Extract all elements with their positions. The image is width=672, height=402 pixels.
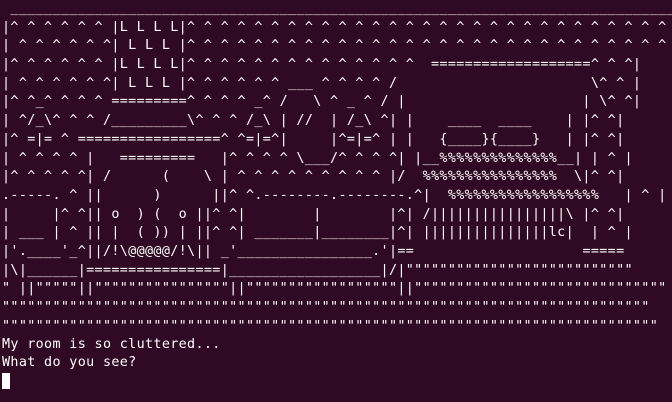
art-line: | ___ | ^ || | ( )) | ||^ ^| _______|___…	[2, 225, 633, 241]
art-line: |^ ^ ^ ^ ^ ^ |L L L L|^ ^ ^ ^ ^ ^ ^ ^ ^ …	[2, 57, 642, 73]
art-line: ________________________________________…	[2, 1, 672, 16]
art-line: """"""""""""""""""""""""""""""""""""""""…	[2, 300, 650, 315]
terminal-output: My room is so cluttered... What do you se…	[2, 336, 672, 372]
art-line: .-----. ^ || ) ||^ ^.--------.--------.^…	[2, 187, 667, 203]
art-line: " ||"""""||""""""""""""""""||"""""""""""…	[2, 281, 667, 297]
art-line: |^ ^_^ ^ ^ ^ =========^ ^ ^ ^ _^ / \ ^ _…	[2, 94, 642, 110]
art-line: | ^ ^ ^ ^ ^ ^| L L L |^ ^ ^ ^ ^ ^ ^ ^ ^ …	[2, 38, 672, 54]
input-line[interactable]	[2, 372, 672, 390]
terminal-window[interactable]: ________________________________________…	[0, 0, 672, 402]
art-line: |'.____'_^||/!\@@@@@/!\|| _'____________…	[2, 243, 625, 259]
art-line: | |^ ^|| o ) ( o ||^ ^| | |^| /|||||||||…	[2, 206, 625, 222]
art-line: |^ ^ ^ ^ ^ ^ |L L L L|^ ^ ^ ^ ^ ^ ^ ^ ^ …	[2, 19, 672, 35]
art-line: """"""""""""""""""""""""""""""""""""""""…	[2, 318, 659, 334]
art-line: |^ ^ ^ ^ ^| / ( \ | ^ ^ ^ ^ ^ ^ ^ ^ ^ |/…	[2, 169, 625, 185]
art-line: | ^ ^ ^ ^ ^ ^| L L L |^ ^ ^ ^ ^ ^ ___ ^ …	[2, 75, 642, 91]
art-line: | ^/_\^ ^ ^ /_________\^ ^ ^ /_\ | // | …	[2, 113, 625, 129]
output-message-line-2: What do you see?	[2, 355, 137, 371]
text-cursor[interactable]	[2, 373, 10, 390]
art-line: | ^ ^ ^ ^ | ========= |^ ^ ^ ^ \___/^ ^ …	[2, 150, 633, 166]
ascii-art-room: ________________________________________…	[2, 0, 672, 336]
art-line: |^ =|= ^ =================^ ^=|=^| |^=|=…	[2, 131, 625, 147]
output-message-line-1: My room is so cluttered...	[2, 337, 221, 353]
art-line: |\|______|================|_____________…	[2, 262, 633, 278]
